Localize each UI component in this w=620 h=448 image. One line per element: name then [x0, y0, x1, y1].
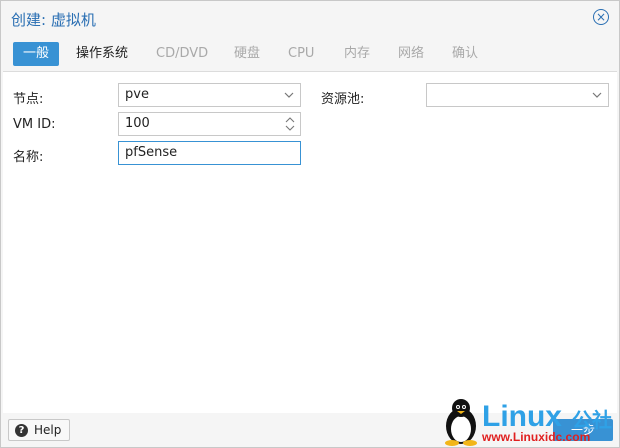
dialog-footer: ? Help 一步: [1, 413, 619, 447]
tab-general[interactable]: 一般: [13, 42, 60, 66]
create-vm-dialog: 创建: 虚拟机 × 一般 操作系统 CD/DVD 硬盘 CPU 内存 网络 确认…: [0, 0, 620, 448]
general-panel: 节点: pve VM ID: 100 名称: pfSense 资源池:: [3, 71, 617, 415]
tab-cd-dvd[interactable]: CD/DVD: [146, 42, 218, 66]
tab-network[interactable]: 网络: [388, 42, 434, 66]
chevron-down-icon[interactable]: [282, 87, 296, 103]
vmid-spinner[interactable]: 100: [118, 112, 301, 136]
wizard-tabs: 一般 操作系统 CD/DVD 硬盘 CPU 内存 网络 确认: [1, 39, 619, 69]
node-select[interactable]: pve: [118, 83, 301, 107]
pool-select[interactable]: [426, 83, 609, 107]
tab-memory[interactable]: 内存: [334, 42, 380, 66]
vmid-label: VM ID:: [13, 117, 56, 132]
name-label: 名称:: [13, 150, 44, 165]
tab-confirm[interactable]: 确认: [442, 42, 488, 66]
pool-label: 资源池:: [321, 92, 365, 107]
tab-cpu[interactable]: CPU: [278, 42, 324, 66]
close-icon[interactable]: ×: [593, 9, 609, 25]
dialog-title: 创建: 虚拟机: [11, 11, 96, 29]
dialog-titlebar: 创建: 虚拟机 ×: [1, 1, 619, 37]
node-value: pve: [125, 87, 149, 102]
spinner-arrows-icon[interactable]: [284, 114, 296, 134]
chevron-down-icon[interactable]: [590, 87, 604, 103]
vmid-value: 100: [125, 116, 150, 131]
node-label: 节点:: [13, 92, 44, 107]
next-label: 一步: [570, 423, 595, 437]
name-value: pfSense: [125, 145, 178, 160]
tab-os[interactable]: 操作系统: [66, 42, 138, 66]
question-icon: ?: [15, 423, 28, 437]
name-input[interactable]: pfSense: [118, 141, 301, 165]
tab-hard-disk[interactable]: 硬盘: [224, 42, 270, 66]
help-button[interactable]: ? Help: [8, 419, 71, 441]
help-label: Help: [34, 423, 62, 437]
next-button[interactable]: 一步: [553, 419, 613, 441]
